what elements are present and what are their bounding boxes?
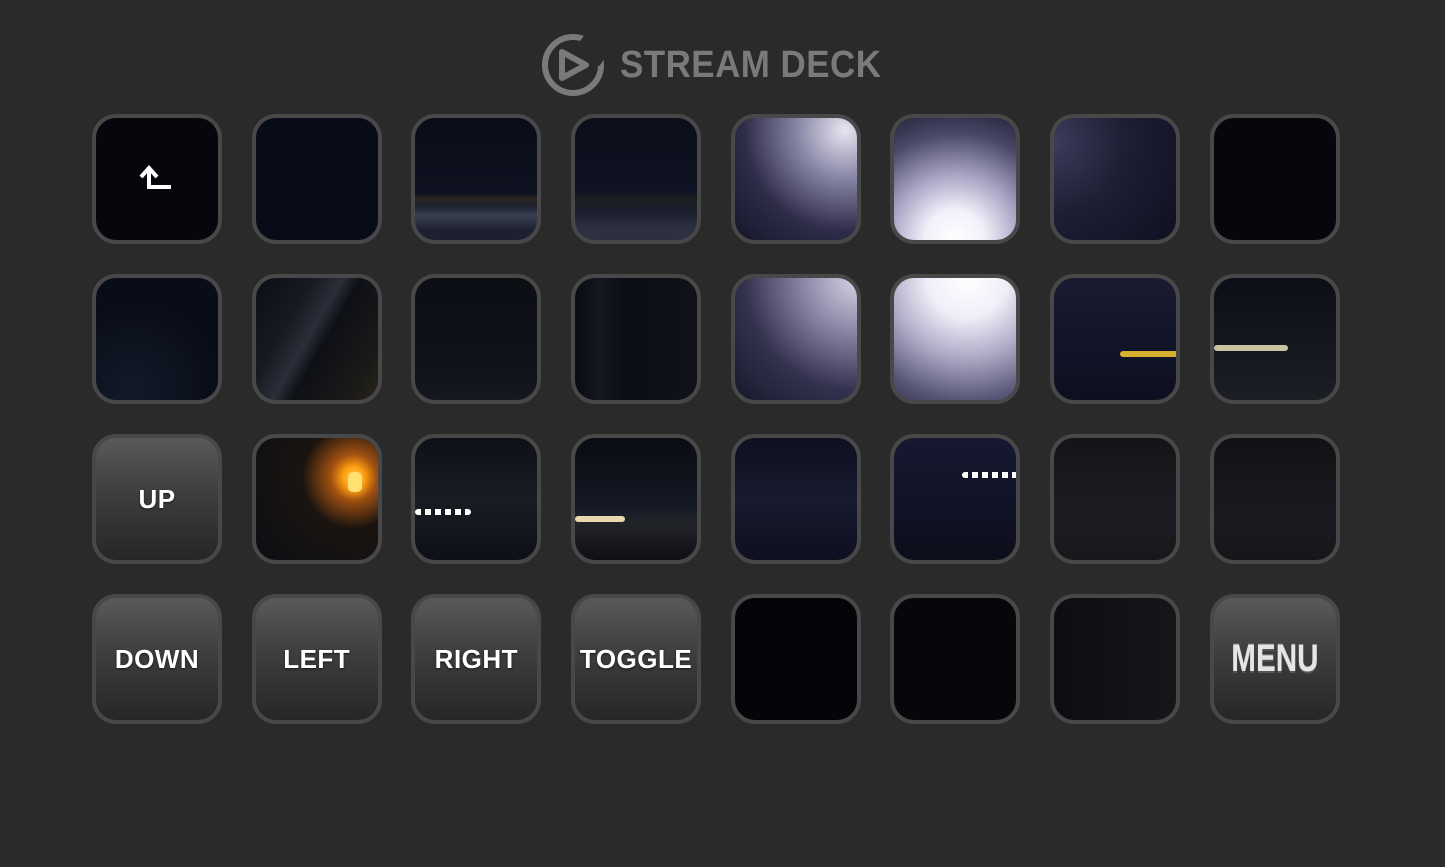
left-key[interactable]: LEFT <box>251 594 382 724</box>
down-key[interactable]: DOWN <box>92 594 222 724</box>
camera-tile-key[interactable] <box>251 434 382 564</box>
camera-tile-key[interactable] <box>890 434 1021 564</box>
camera-tile-key[interactable] <box>1050 114 1181 244</box>
camera-tile-key[interactable] <box>411 274 542 404</box>
camera-tile-key[interactable] <box>890 594 1021 724</box>
key-grid: UP DOWN LEFT RIGHT TOGGLE MENU <box>92 114 1340 724</box>
camera-tile-key[interactable] <box>1209 114 1340 244</box>
camera-tile-key[interactable] <box>251 274 382 404</box>
camera-tile-key[interactable] <box>571 274 702 404</box>
camera-tile-key[interactable] <box>251 114 382 244</box>
stream-deck-header: STREAM DECK <box>0 32 1445 98</box>
camera-tile-key[interactable] <box>890 114 1021 244</box>
up-key[interactable]: UP <box>92 434 222 564</box>
camera-tile-key[interactable] <box>730 114 861 244</box>
camera-tile-key[interactable] <box>890 274 1021 404</box>
camera-tile-key[interactable] <box>571 114 702 244</box>
tile-light-accent <box>1213 345 1288 351</box>
back-arrow-icon <box>139 164 171 189</box>
brand-title: STREAM DECK <box>620 43 882 86</box>
camera-tile-key[interactable] <box>411 434 542 564</box>
menu-label: MENU <box>1231 637 1319 680</box>
toggle-key[interactable]: TOGGLE <box>571 594 702 724</box>
camera-tile-key[interactable] <box>730 594 861 724</box>
tile-light-accent <box>347 472 362 492</box>
camera-tile-key[interactable] <box>1050 274 1181 404</box>
toggle-label: TOGGLE <box>579 643 693 674</box>
up-label: UP <box>138 483 176 514</box>
camera-tile-key[interactable] <box>1209 434 1340 564</box>
camera-tile-key[interactable] <box>1050 434 1181 564</box>
elgato-logo-icon <box>542 32 607 96</box>
camera-tile-key[interactable] <box>1209 274 1340 404</box>
camera-tile-key[interactable] <box>730 274 861 404</box>
camera-tile-key[interactable] <box>730 434 861 564</box>
camera-tile-key[interactable] <box>571 434 702 564</box>
menu-key[interactable]: MENU <box>1209 594 1340 724</box>
tile-light-accent <box>575 516 626 522</box>
left-label: LEFT <box>283 643 351 674</box>
camera-tile-key[interactable] <box>1050 594 1181 724</box>
tile-light-accent <box>415 509 472 515</box>
back-key[interactable] <box>92 114 222 244</box>
tile-light-accent <box>1120 351 1177 357</box>
down-label: DOWN <box>114 643 200 674</box>
right-label: RIGHT <box>434 643 519 674</box>
camera-tile-key[interactable] <box>411 114 542 244</box>
right-key[interactable]: RIGHT <box>411 594 542 724</box>
tile-light-accent <box>962 472 1017 478</box>
camera-tile-key[interactable] <box>92 274 222 404</box>
